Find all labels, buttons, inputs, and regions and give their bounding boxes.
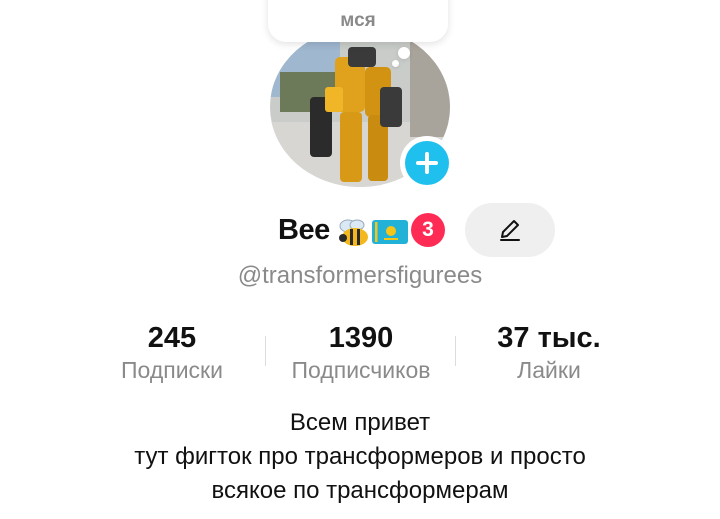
add-story-button[interactable]	[400, 136, 454, 190]
stats-divider	[265, 336, 266, 366]
kazakhstan-flag-icon	[372, 220, 408, 249]
bio-line: Всем привет	[289, 409, 431, 436]
profile-bio: Всем привет тут фигток про трансформеров…	[0, 406, 720, 508]
stat-followers[interactable]: 1390 Подписчиков	[276, 322, 446, 384]
pencil-icon	[500, 220, 520, 241]
stats-row: 245 Подписки 1390 Подписчиков 37 тыс. Ла…	[0, 322, 720, 392]
stat-label: Подписчиков	[291, 357, 431, 383]
tooltip-text: мся	[340, 10, 376, 31]
stat-value: 37 тыс.	[497, 322, 601, 354]
stat-following[interactable]: 245 Подписки	[100, 322, 244, 384]
tooltip-tail-dot-small	[392, 60, 399, 67]
stats-divider	[455, 336, 456, 366]
bio-line: всякое по трансформерам	[211, 477, 509, 504]
bee-emoji-icon	[338, 218, 372, 253]
name-row: Bee 3	[0, 203, 720, 257]
stat-label: Лайки	[517, 357, 581, 383]
stat-likes[interactable]: 37 тыс. Лайки	[474, 322, 624, 384]
tooltip-tail-dot	[398, 47, 410, 59]
tooltip-bubble: мся	[268, 0, 448, 42]
stat-value: 1390	[328, 322, 394, 354]
edit-profile-button[interactable]	[465, 203, 555, 257]
plus-icon	[416, 152, 438, 174]
notification-badge[interactable]: 3	[411, 213, 445, 247]
bio-line: тут фигток про трансформеров и просто	[134, 443, 586, 470]
stat-label: Подписки	[121, 357, 223, 383]
profile-handle: @transformersfigurees	[237, 262, 483, 289]
profile-name: Bee	[278, 214, 330, 246]
stat-value: 245	[147, 322, 197, 354]
